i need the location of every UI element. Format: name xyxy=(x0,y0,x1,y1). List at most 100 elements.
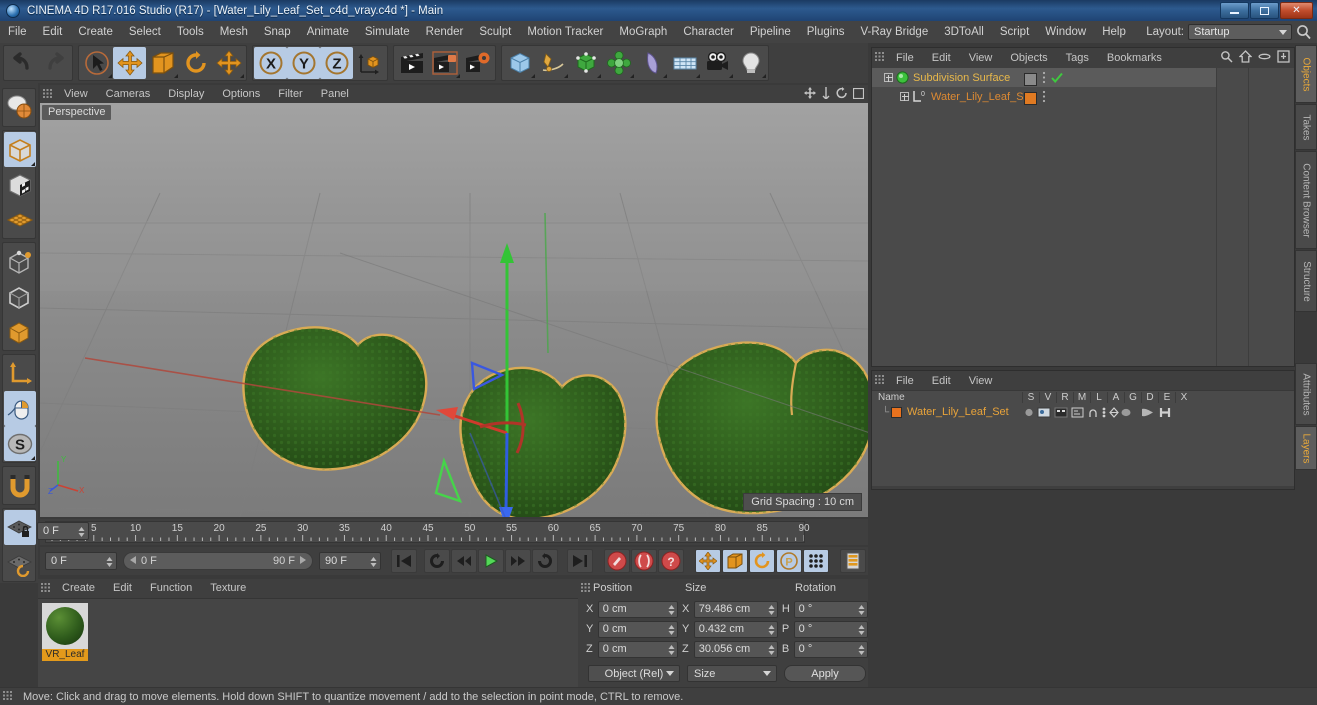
spinner-icon[interactable] xyxy=(106,556,113,568)
rotate-tool[interactable] xyxy=(179,47,212,79)
spinner-icon[interactable] xyxy=(370,556,377,568)
lock-x-axis-button[interactable]: X xyxy=(254,47,287,79)
menu-item-help[interactable]: Help xyxy=(1094,21,1134,43)
size-input[interactable]: 30.056 cm xyxy=(693,640,778,658)
model-mode-button[interactable] xyxy=(4,132,36,167)
object-row[interactable]: 0 Water_Lily_Leaf_Set xyxy=(872,87,1216,106)
add-light-button[interactable] xyxy=(734,47,767,79)
tab-content-browser[interactable]: Content Browser xyxy=(1295,151,1317,249)
size-input[interactable]: 79.486 cm xyxy=(693,600,778,618)
next-key-button[interactable] xyxy=(532,549,558,573)
point-level-animation-toggle[interactable] xyxy=(803,549,829,573)
add-spline-button[interactable] xyxy=(536,47,569,79)
apply-button[interactable]: Apply xyxy=(784,665,866,682)
layout-dropdown[interactable]: Startup xyxy=(1188,24,1292,40)
menu-item-file[interactable]: File xyxy=(0,21,35,43)
render-region-button[interactable] xyxy=(428,47,461,79)
dolly-view-icon[interactable] xyxy=(821,87,831,102)
keyframe-selection-button[interactable]: ? xyxy=(658,549,684,573)
object-menu-file[interactable]: File xyxy=(887,49,923,67)
menu-item-mograph[interactable]: MoGraph xyxy=(611,21,675,43)
end-frame-field[interactable]: 90 F xyxy=(319,552,381,570)
autokeying-button[interactable] xyxy=(631,549,657,573)
position-input[interactable]: 0 cm xyxy=(597,640,678,658)
object-menu-bookmarks[interactable]: Bookmarks xyxy=(1098,49,1171,67)
object-menu-view[interactable]: View xyxy=(960,49,1002,67)
polygons-select-mode-button[interactable] xyxy=(4,314,36,349)
axis-modify-button[interactable] xyxy=(4,356,36,391)
menu-item-3dtoall[interactable]: 3DToAll xyxy=(936,21,992,43)
range-left-arrow-icon[interactable] xyxy=(130,555,137,567)
menu-item-tools[interactable]: Tools xyxy=(169,21,212,43)
menu-item-render[interactable]: Render xyxy=(418,21,472,43)
layer-toggle-cells[interactable] xyxy=(1024,406,1173,419)
add-generator-button[interactable] xyxy=(569,47,602,79)
enable-axis-button[interactable] xyxy=(4,391,36,426)
live-selection-tool[interactable] xyxy=(80,47,113,79)
move-tool[interactable] xyxy=(113,47,146,79)
step-forward-button[interactable] xyxy=(505,549,531,573)
panel-gripper-icon[interactable] xyxy=(875,52,884,63)
spinner-icon[interactable] xyxy=(768,604,775,616)
rotate-view-icon[interactable] xyxy=(836,87,848,102)
object-tag-swatch[interactable] xyxy=(1024,91,1037,105)
layer-menu-edit[interactable]: Edit xyxy=(923,372,960,390)
points-mode-button[interactable] xyxy=(4,244,36,279)
panel-gripper-icon[interactable] xyxy=(43,88,52,100)
menu-item-window[interactable]: Window xyxy=(1037,21,1094,43)
soft-selection-button[interactable]: S xyxy=(4,426,36,461)
object-tag-swatch[interactable] xyxy=(1024,72,1037,86)
rotation-input[interactable]: 0 ° xyxy=(793,600,868,618)
spinner-icon[interactable] xyxy=(768,624,775,636)
menu-item-v-ray-bridge[interactable]: V-Ray Bridge xyxy=(852,21,936,43)
undo-view-button[interactable] xyxy=(4,90,36,125)
tab-takes[interactable]: Takes xyxy=(1295,104,1317,150)
menu-item-script[interactable]: Script xyxy=(992,21,1037,43)
material-menu-texture[interactable]: Texture xyxy=(201,579,255,597)
record-active-objects-button[interactable] xyxy=(604,549,630,573)
parameter-key-toggle[interactable]: P xyxy=(776,549,802,573)
add-scene-object-button[interactable] xyxy=(668,47,701,79)
timeline-ruler[interactable]: 051015202530354045505560657075808590 xyxy=(45,521,810,543)
spinner-icon[interactable] xyxy=(858,624,865,636)
tab-attributes[interactable]: Attributes xyxy=(1295,363,1317,425)
perspective-viewport[interactable]: Perspective Y X Z Grid Spacing : 10 cm xyxy=(40,103,868,517)
menu-item-pipeline[interactable]: Pipeline xyxy=(742,21,799,43)
menu-item-snap[interactable]: Snap xyxy=(256,21,299,43)
material-list[interactable]: VR_Leaf xyxy=(38,598,578,688)
dots-icon[interactable] xyxy=(1042,71,1046,87)
object-tag-cell[interactable] xyxy=(1024,90,1046,106)
step-back-button[interactable] xyxy=(451,549,477,573)
position-input[interactable]: 0 cm xyxy=(597,600,678,618)
redo-button[interactable] xyxy=(38,47,71,79)
pan-view-icon[interactable] xyxy=(804,87,816,102)
minimize-button[interactable] xyxy=(1220,2,1249,19)
fit-icon[interactable] xyxy=(1277,50,1290,66)
spinner-icon[interactable] xyxy=(768,644,775,656)
workplane-button[interactable] xyxy=(4,545,36,580)
object-menu-objects[interactable]: Objects xyxy=(1001,49,1056,67)
layer-menu-file[interactable]: File xyxy=(887,372,923,390)
object-menu-edit[interactable]: Edit xyxy=(923,49,960,67)
panel-gripper-icon[interactable] xyxy=(41,582,50,594)
material-item-vr-leaf[interactable]: VR_Leaf xyxy=(42,603,88,663)
add-primitive-button[interactable] xyxy=(503,47,536,79)
material-menu-function[interactable]: Function xyxy=(141,579,201,597)
spinner-icon[interactable] xyxy=(858,604,865,616)
panel-gripper-icon[interactable] xyxy=(3,691,12,702)
menu-item-sculpt[interactable]: Sculpt xyxy=(471,21,519,43)
go-to-start-button[interactable] xyxy=(391,549,417,573)
menu-item-motion-tracker[interactable]: Motion Tracker xyxy=(519,21,611,43)
object-row[interactable]: Subdivision Surface xyxy=(872,68,1216,87)
viewport-menu-display[interactable]: Display xyxy=(159,85,213,103)
render-settings-button[interactable] xyxy=(461,47,494,79)
search-icon[interactable] xyxy=(1295,23,1313,41)
tab-layers[interactable]: Layers xyxy=(1295,426,1317,470)
home-icon[interactable] xyxy=(1238,50,1253,66)
object-tree[interactable]: Subdivision Surface 0 Water_Lily_Leaf_Set xyxy=(872,68,1294,366)
maximize-button[interactable] xyxy=(1250,2,1279,19)
viewport-menu-panel[interactable]: Panel xyxy=(312,85,358,103)
collapse-icon[interactable] xyxy=(1258,50,1271,66)
rotation-input[interactable]: 0 ° xyxy=(793,640,868,658)
render-view-button[interactable] xyxy=(395,47,428,79)
